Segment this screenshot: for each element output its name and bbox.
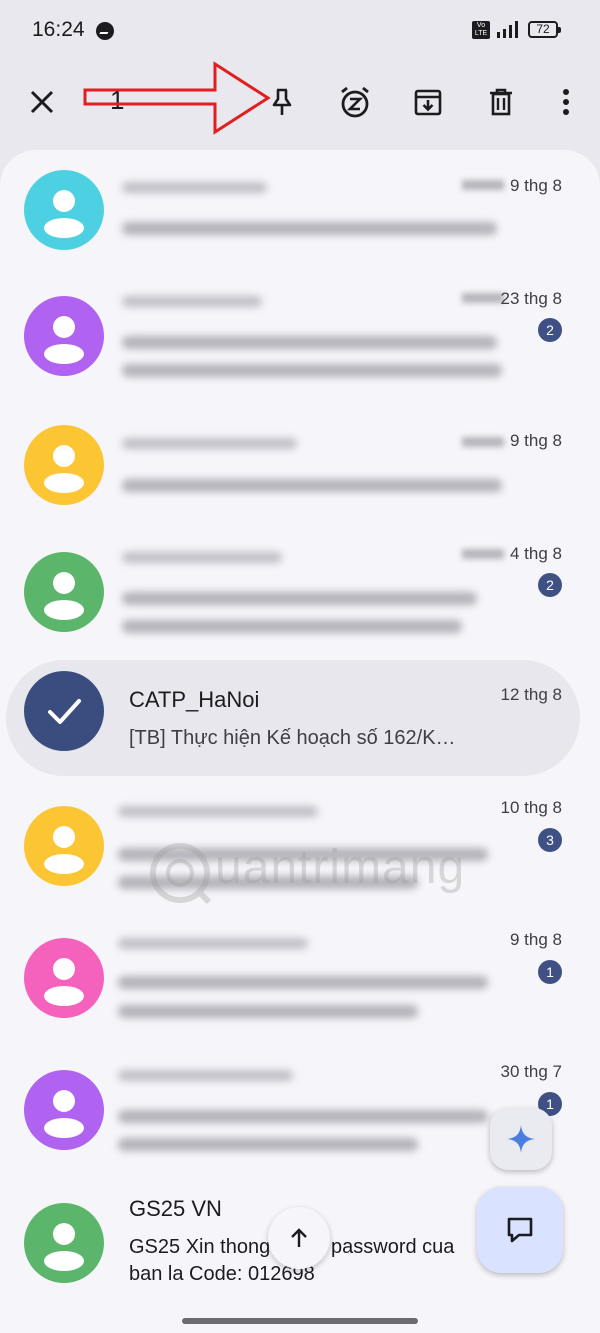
person-icon — [44, 316, 84, 364]
delete-button[interactable] — [481, 82, 521, 122]
message-preview: GS25 Xin thong — [129, 1236, 271, 1258]
unread-badge: 1 — [538, 960, 562, 984]
start-chat-button[interactable] — [477, 1187, 563, 1273]
snooze-button[interactable] — [335, 82, 375, 122]
person-icon — [44, 445, 84, 493]
selection-action-bar: 1 — [0, 60, 600, 144]
signal-icon — [497, 21, 518, 38]
person-icon — [44, 190, 84, 238]
home-indicator[interactable] — [182, 1318, 418, 1324]
sparkle-icon — [507, 1125, 535, 1153]
conversation-date: 23 thg 8 — [500, 289, 562, 308]
person-icon — [44, 1223, 84, 1271]
selected-check-avatar — [24, 671, 104, 751]
conversation-date: 12 thg 8 — [500, 685, 562, 704]
person-icon — [44, 1090, 84, 1138]
delete-icon — [490, 88, 512, 116]
unread-badge: 3 — [538, 828, 562, 852]
avatar — [24, 938, 104, 1018]
pin-icon — [272, 88, 292, 115]
selected-count: 1 — [110, 85, 125, 115]
unread-badge: 2 — [538, 573, 562, 597]
arrow-up-icon — [291, 1228, 307, 1247]
messenger-icon — [96, 22, 114, 40]
chat-bubble-icon — [507, 1217, 533, 1243]
archive-button[interactable] — [408, 82, 448, 122]
more-vert-icon — [563, 89, 569, 115]
person-icon — [44, 572, 84, 620]
conversation-date: 10 thg 8 — [500, 798, 562, 817]
conversation-date: 4 thg 8 — [510, 544, 562, 563]
person-icon — [44, 958, 84, 1006]
avatar — [24, 1070, 104, 1150]
battery-icon: 72 — [528, 21, 561, 38]
scroll-to-top-button[interactable] — [268, 1207, 330, 1269]
more-options-button[interactable] — [546, 82, 586, 122]
status-time: 16:24 — [32, 18, 85, 41]
message-preview: [TB] Thực hiện Kế hoạch số 162/K… — [129, 727, 456, 749]
contact-name: CATP_HaNoi — [129, 687, 260, 712]
avatar — [24, 552, 104, 632]
contact-name: GS25 VN — [129, 1196, 222, 1221]
conversation-date: 30 thg 7 — [500, 1062, 562, 1081]
close-icon — [30, 90, 54, 114]
avatar — [24, 296, 104, 376]
pin-button[interactable] — [262, 82, 302, 122]
close-button[interactable] — [22, 82, 62, 122]
volte-icon: Vo LTE — [472, 21, 490, 39]
avatar — [24, 806, 104, 886]
avatar — [24, 1203, 104, 1283]
conversation-date: 9 thg 8 — [510, 176, 562, 195]
conversation-date: 9 thg 8 — [510, 930, 562, 949]
conversation-date: 9 thg 8 — [510, 431, 562, 450]
avatar — [24, 425, 104, 505]
archive-icon — [414, 89, 442, 116]
message-preview: password cua — [331, 1236, 455, 1258]
snooze-icon — [341, 86, 369, 118]
avatar — [24, 170, 104, 250]
status-bar: 16:24 Vo LTE 72 — [0, 0, 600, 60]
person-icon — [44, 826, 84, 874]
gemini-button[interactable] — [490, 1108, 552, 1170]
check-icon — [48, 699, 81, 724]
unread-badge: 2 — [538, 318, 562, 342]
